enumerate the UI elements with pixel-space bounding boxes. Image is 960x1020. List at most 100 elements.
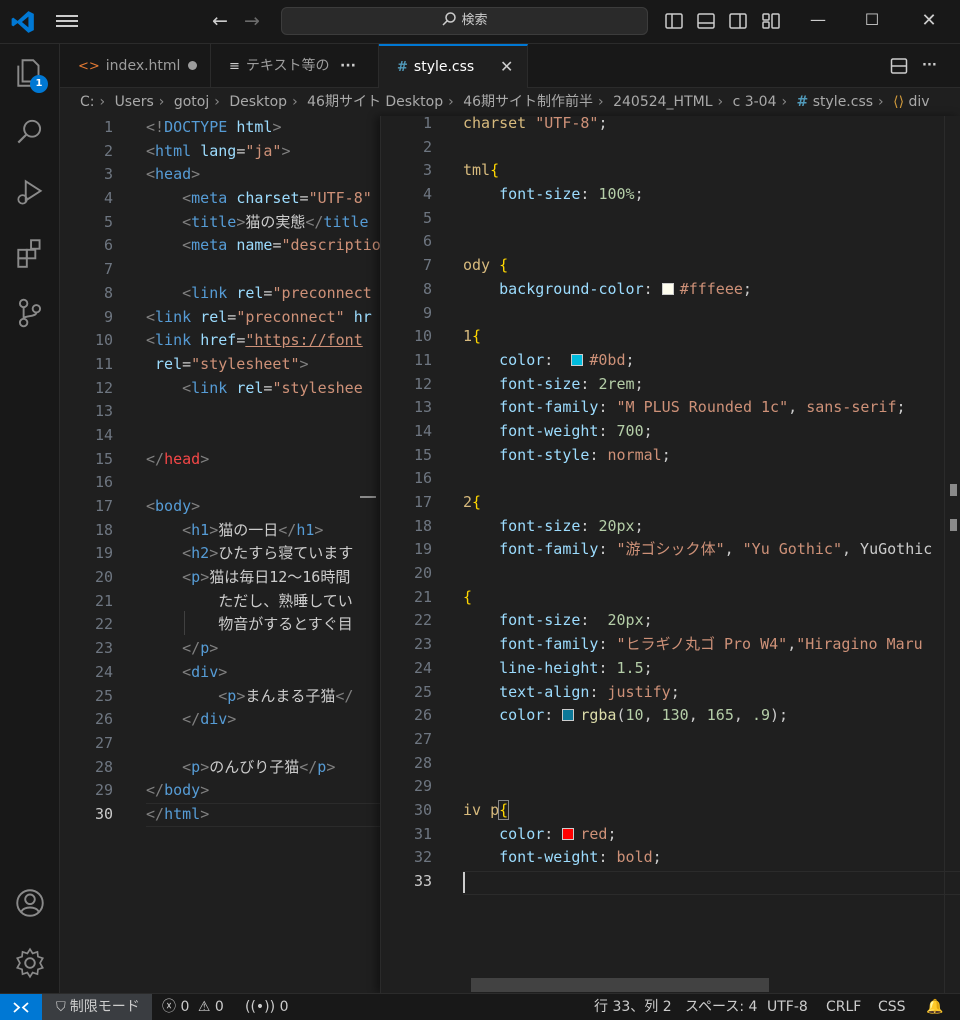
end-of-line[interactable]: CRLF <box>826 994 861 1020</box>
menu-icon[interactable] <box>56 12 78 32</box>
line-number: 21 <box>94 591 113 610</box>
line-number: 24 <box>94 662 113 681</box>
line-number: 7 <box>103 260 113 279</box>
tab-style-css[interactable]: # style.css ✕ <box>379 44 528 88</box>
line-number: 18 <box>413 516 432 535</box>
account-icon[interactable] <box>13 886 47 920</box>
line-number: 1 <box>422 116 432 132</box>
breadcrumb-item[interactable]: Desktop <box>229 94 287 110</box>
language-mode[interactable]: CSS <box>878 994 906 1020</box>
source-control-icon[interactable] <box>13 296 47 330</box>
toggle-primary-sidebar-icon[interactable] <box>664 11 684 31</box>
search-icon[interactable] <box>13 116 47 150</box>
breadcrumb-item[interactable]: C: <box>80 94 95 110</box>
breadcrumb-item[interactable]: 46期サイト Desktop <box>307 94 443 110</box>
breadcrumb-item[interactable]: style.css <box>813 94 873 110</box>
scrollbar-marker <box>950 484 957 496</box>
css-code[interactable]: charset "UTF-8"; tml{ font-size: 100%; o… <box>463 116 932 894</box>
line-number: 21 <box>413 587 432 606</box>
html-code[interactable]: <!DOCTYPE html> <html lang="ja"> <head> … <box>146 116 380 827</box>
breadcrumb-item[interactable]: Users <box>115 94 154 110</box>
html-file-icon: <> <box>78 59 100 74</box>
editor-more-actions-icon[interactable]: ··· <box>922 44 937 88</box>
breadcrumb-item[interactable]: gotoj <box>174 94 209 110</box>
toggle-secondary-sidebar-icon[interactable] <box>728 11 748 31</box>
minimize-icon[interactable]: — <box>803 10 833 29</box>
html-editor[interactable]: 1 2 3 4 5 6 7 8 9 10 11 12 13 14 15 16 17 18 19 20 21 22 23 24 2… <box>60 116 380 993</box>
line-number: 9 <box>422 303 432 322</box>
line-number: 26 <box>94 710 113 729</box>
css-editor[interactable]: 1 2 3 4 5 6 7 8 9 10 11 12 13 14 15 16 17 18 19 20 21 22 23 24 2… <box>380 116 960 993</box>
error-count: 0 <box>180 999 190 1015</box>
back-arrow-icon[interactable]: ← <box>212 10 228 32</box>
line-number: 25 <box>94 686 113 705</box>
notifications-bell-icon[interactable]: 🔔 <box>926 994 943 1020</box>
close-tab-icon[interactable]: ✕ <box>500 46 513 88</box>
line-number: 30 <box>94 804 113 823</box>
more-actions-icon[interactable]: ··· <box>340 44 356 88</box>
line-number: 22 <box>94 615 113 634</box>
text-file-icon: ≡ <box>229 59 240 74</box>
line-number: 3 <box>103 165 113 184</box>
line-number: 25 <box>413 682 432 701</box>
forward-arrow-icon[interactable]: → <box>244 10 260 32</box>
line-number: 24 <box>413 658 432 677</box>
css-file-icon: # <box>397 60 408 75</box>
warning-count: 0 <box>214 999 224 1015</box>
color-swatch-red[interactable] <box>562 827 575 840</box>
close-window-icon[interactable]: ✕ <box>914 10 944 31</box>
editor-tabs: <> index.html ≡ テキスト等の ··· # style.css ✕ ··… <box>60 44 960 88</box>
line-number: 9 <box>103 307 113 326</box>
breadcrumb-item[interactable]: 46期サイト制作前半 <box>463 94 593 110</box>
restricted-mode-label: 制限モード <box>69 999 140 1015</box>
color-swatch-0bd[interactable] <box>571 353 584 366</box>
customize-layout-icon[interactable] <box>761 11 781 31</box>
line-number: 29 <box>94 781 113 800</box>
line-number: 28 <box>413 753 432 772</box>
sash-indicator <box>360 496 376 498</box>
remote-icon <box>13 1002 29 1013</box>
tab-index-html[interactable]: <> index.html <box>60 44 211 88</box>
color-swatch-rgba[interactable] <box>562 709 575 722</box>
search-label: 検索 <box>461 13 488 28</box>
maximize-icon[interactable]: ☐ <box>857 10 887 29</box>
color-swatch-fffeee[interactable] <box>661 282 674 295</box>
unsaved-dot-icon <box>188 61 197 70</box>
search-icon <box>442 12 457 26</box>
split-editor-icon[interactable] <box>890 57 908 75</box>
breadcrumb-item[interactable]: div <box>909 94 930 110</box>
line-number: 28 <box>94 757 113 776</box>
current-line-highlight <box>463 871 960 895</box>
tab-text-file[interactable]: ≡ テキスト等の ··· <box>211 44 379 88</box>
line-number: 4 <box>103 189 113 208</box>
line-number: 13 <box>413 398 432 417</box>
vertical-scrollbar-track[interactable] <box>944 116 945 993</box>
broadcast-icon: ((•)) <box>245 999 276 1015</box>
explorer-badge: 1 <box>30 75 48 93</box>
ports-count: 0 <box>279 999 289 1015</box>
breadcrumb: C: › Users › gotoj › Desktop › 46期サイト Deskto… <box>60 88 960 116</box>
restricted-mode-button[interactable]: ⛉ 制限モード <box>42 994 152 1020</box>
settings-gear-icon[interactable] <box>13 946 47 980</box>
command-search-box[interactable]: 検索 <box>281 7 648 35</box>
tab-label: index.html <box>105 58 181 74</box>
extensions-icon[interactable] <box>13 236 47 270</box>
toggle-panel-icon[interactable] <box>696 11 716 31</box>
breadcrumb-item[interactable]: c 3-04 <box>733 94 777 110</box>
encoding[interactable]: UTF-8 <box>767 994 808 1020</box>
line-number: 29 <box>413 777 432 796</box>
line-number: 5 <box>103 212 113 231</box>
breadcrumb-item[interactable]: 240524_HTML <box>613 94 712 110</box>
run-debug-icon[interactable] <box>13 176 47 210</box>
horizontal-scrollbar[interactable] <box>471 978 769 992</box>
indentation[interactable]: スペース: 4 <box>685 994 757 1020</box>
ports-indicator[interactable]: ((•)) 0 <box>245 994 288 1020</box>
text-cursor <box>463 872 465 893</box>
remote-indicator[interactable] <box>0 994 42 1020</box>
line-number: 10 <box>94 331 113 350</box>
line-number: 6 <box>422 232 432 251</box>
problems-indicator[interactable]: ⓧ 0 ⚠ 0 <box>162 994 224 1020</box>
line-number: 14 <box>413 421 432 440</box>
cursor-position[interactable]: 行 33、列 2 <box>594 994 672 1020</box>
line-number: 20 <box>94 568 113 587</box>
